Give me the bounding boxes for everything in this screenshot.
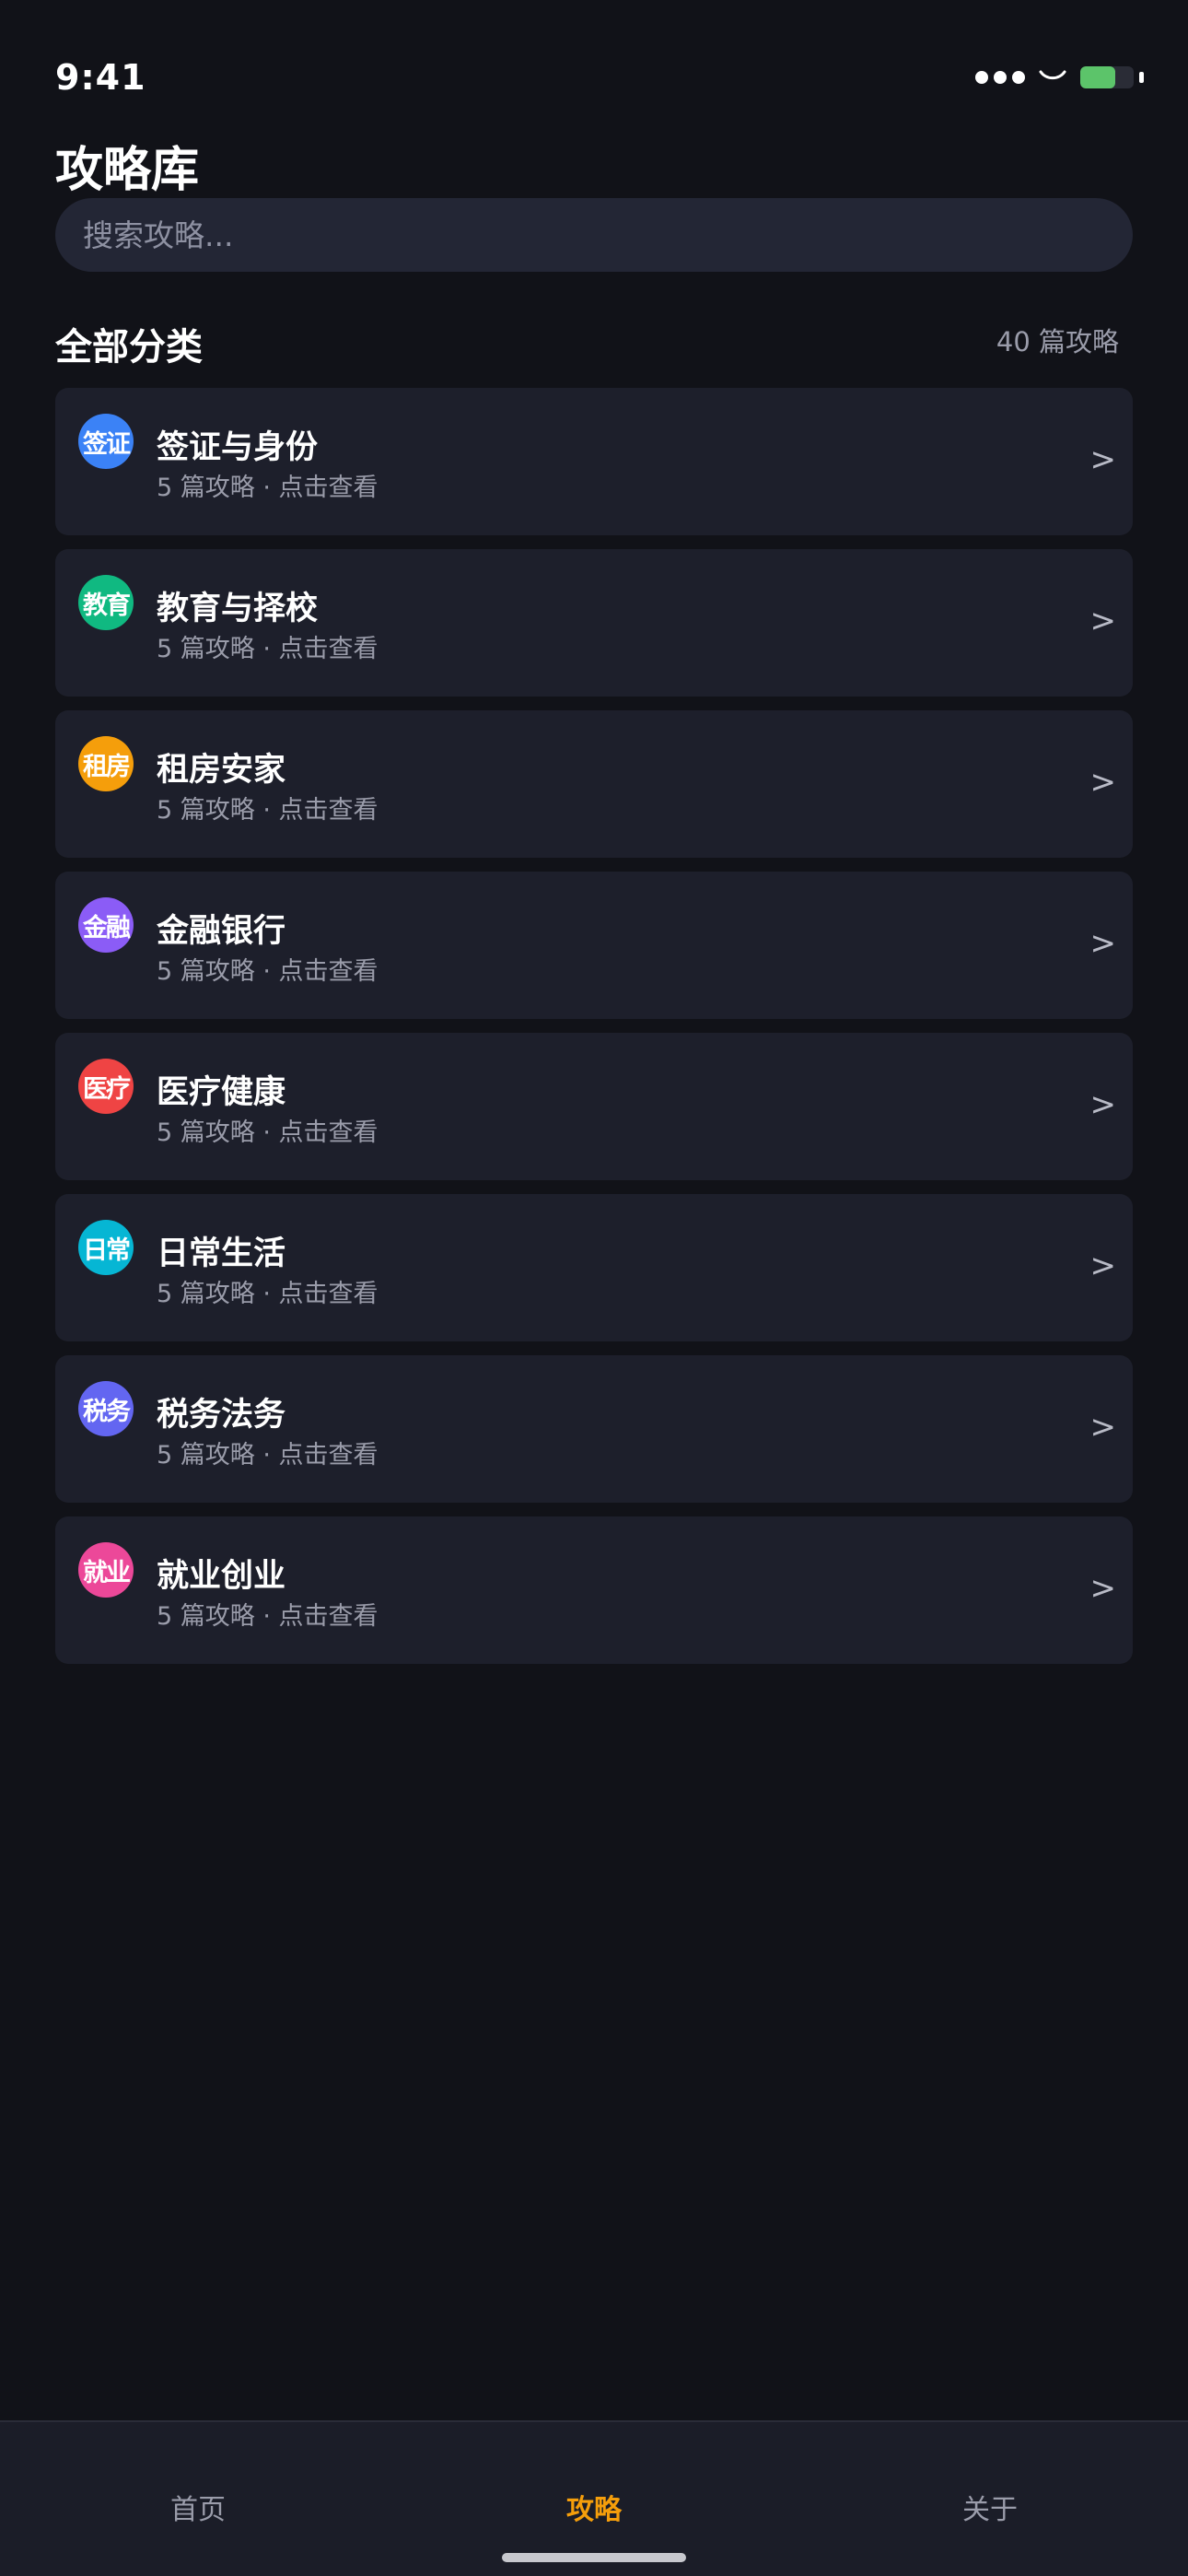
category-meta: 5 篇攻略 · 点击查看 <box>157 1118 379 1147</box>
wifi-icon <box>1039 70 1066 80</box>
battery-icon <box>1080 66 1134 88</box>
status-icons <box>975 66 1144 88</box>
category-card-employment[interactable]: 就业 就业创业 5 篇攻略 · 点击查看 > <box>55 1516 1133 1664</box>
category-badge: 租房 <box>78 736 134 791</box>
category-card-finance[interactable]: 金融 金融银行 5 篇攻略 · 点击查看 > <box>55 872 1133 1019</box>
chevron-right-icon: > <box>1089 764 1117 801</box>
category-name: 就业创业 <box>157 1558 286 1595</box>
category-meta: 5 篇攻略 · 点击查看 <box>157 1441 379 1469</box>
chevron-right-icon: > <box>1089 441 1117 478</box>
chevron-right-icon: > <box>1089 1086 1117 1123</box>
category-name: 税务法务 <box>157 1397 286 1434</box>
battery-cap <box>1139 72 1144 83</box>
chevron-right-icon: > <box>1089 1570 1117 1607</box>
category-card-medical[interactable]: 医疗 医疗健康 5 篇攻略 · 点击查看 > <box>55 1033 1133 1180</box>
home-indicator <box>502 2553 686 2562</box>
section-title: 全部分类 <box>55 326 203 369</box>
chevron-right-icon: > <box>1089 925 1117 962</box>
category-meta: 5 篇攻略 · 点击查看 <box>157 1280 379 1308</box>
tab-home[interactable]: 首页 <box>170 2487 226 2527</box>
category-badge: 金融 <box>78 897 134 953</box>
category-name: 签证与身份 <box>157 429 319 466</box>
category-badge: 税务 <box>78 1381 134 1436</box>
page-title: 攻略库 <box>55 143 200 198</box>
screen: 9:41 攻略库 全部分类 40 篇攻略 签证 签证与身份 5 篇攻略 · 点击… <box>0 0 1188 2576</box>
category-name: 教育与择校 <box>157 591 319 627</box>
category-card-tax-legal[interactable]: 税务 税务法务 5 篇攻略 · 点击查看 > <box>55 1355 1133 1503</box>
search-input[interactable] <box>55 198 1133 272</box>
category-card-education[interactable]: 教育 教育与择校 5 篇攻略 · 点击查看 > <box>55 549 1133 697</box>
category-meta: 5 篇攻略 · 点击查看 <box>157 1602 379 1631</box>
signal-dots-icon <box>975 71 1025 84</box>
category-badge: 就业 <box>78 1542 134 1598</box>
category-meta: 5 篇攻略 · 点击查看 <box>157 957 379 986</box>
category-meta: 5 篇攻略 · 点击查看 <box>157 474 379 502</box>
category-name: 日常生活 <box>157 1235 286 1272</box>
tab-about[interactable]: 关于 <box>962 2487 1018 2527</box>
chevron-right-icon: > <box>1089 1409 1117 1446</box>
category-list: 签证 签证与身份 5 篇攻略 · 点击查看 > 教育 教育与择校 5 篇攻略 ·… <box>55 388 1133 1664</box>
tab-guides[interactable]: 攻略 <box>566 2487 622 2527</box>
category-card-housing[interactable]: 租房 租房安家 5 篇攻略 · 点击查看 > <box>55 710 1133 858</box>
category-badge: 教育 <box>78 575 134 630</box>
chevron-right-icon: > <box>1089 1247 1117 1284</box>
category-card-daily-life[interactable]: 日常 日常生活 5 篇攻略 · 点击查看 > <box>55 1194 1133 1341</box>
category-meta: 5 篇攻略 · 点击查看 <box>157 635 379 663</box>
category-card-visa[interactable]: 签证 签证与身份 5 篇攻略 · 点击查看 > <box>55 388 1133 535</box>
battery-fill <box>1080 66 1115 88</box>
category-badge: 签证 <box>78 414 134 469</box>
status-bar: 9:41 <box>0 0 1188 120</box>
chevron-right-icon: > <box>1089 603 1117 639</box>
category-meta: 5 篇攻略 · 点击查看 <box>157 796 379 825</box>
category-badge: 日常 <box>78 1220 134 1275</box>
status-time: 9:41 <box>55 57 146 98</box>
section-count: 40 篇攻略 <box>996 326 1119 357</box>
category-name: 租房安家 <box>157 752 286 789</box>
category-name: 金融银行 <box>157 913 286 950</box>
category-name: 医疗健康 <box>157 1074 286 1111</box>
category-badge: 医疗 <box>78 1059 134 1114</box>
